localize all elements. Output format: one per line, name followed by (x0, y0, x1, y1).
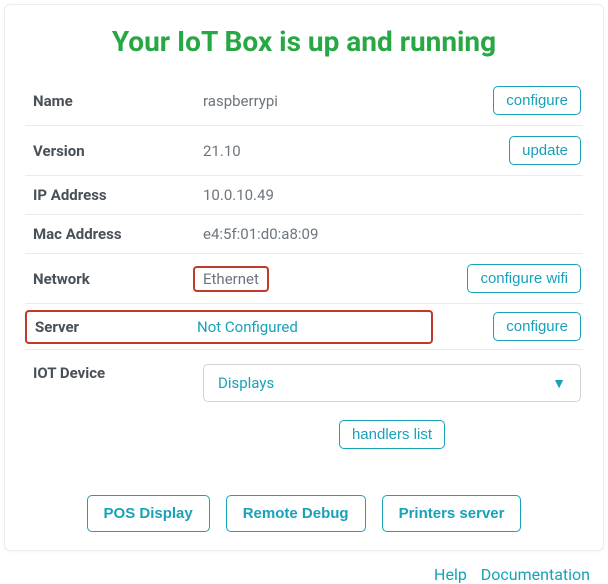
update-button[interactable]: update (509, 136, 581, 165)
configure-name-button[interactable]: configure (493, 86, 581, 115)
label-version: Version (25, 126, 195, 176)
row-ip: IP Address 10.0.10.49 (25, 176, 583, 215)
documentation-link[interactable]: Documentation (481, 565, 590, 584)
iot-device-dropdown[interactable]: Displays ▼ (203, 364, 581, 402)
label-server: Server (35, 318, 197, 336)
configure-wifi-button[interactable]: configure wifi (467, 264, 581, 293)
row-name: Name raspberrypi configure (25, 76, 583, 126)
label-mac: Mac Address (25, 215, 195, 254)
label-network: Network (25, 254, 195, 304)
chevron-down-icon: ▼ (552, 375, 566, 392)
value-mac: e4:5f:01:d0:a8:09 (195, 215, 583, 254)
label-iot: IOT Device (25, 350, 195, 470)
value-ip: 10.0.10.49 (195, 176, 583, 215)
label-name: Name (25, 76, 195, 126)
network-highlight: Ethernet (193, 266, 269, 292)
footer-links: Help Documentation (0, 551, 608, 584)
pos-display-button[interactable]: POS Display (87, 495, 210, 532)
dropdown-selected: Displays (218, 374, 274, 392)
printers-server-button[interactable]: Printers server (382, 495, 522, 532)
value-version: 21.10 (195, 126, 433, 176)
remote-debug-button[interactable]: Remote Debug (226, 495, 366, 532)
page-title: Your IoT Box is up and running (25, 25, 583, 58)
row-iot-device: IOT Device Displays ▼ handlers list (25, 350, 583, 470)
value-name: raspberrypi (195, 76, 433, 126)
server-highlight: Server Not Configured (25, 310, 433, 344)
row-version: Version 21.10 update (25, 126, 583, 176)
row-server: Server Not Configured configure (25, 304, 583, 350)
bottom-button-row: POS Display Remote Debug Printers server (25, 495, 583, 532)
value-network: Ethernet (203, 270, 259, 288)
configure-server-button[interactable]: configure (493, 312, 581, 341)
handlers-list-button[interactable]: handlers list (339, 420, 445, 449)
help-link[interactable]: Help (434, 565, 467, 584)
row-network: Network Ethernet configure wifi (25, 254, 583, 304)
label-ip: IP Address (25, 176, 195, 215)
value-server[interactable]: Not Configured (197, 318, 298, 336)
info-table: Name raspberrypi configure Version 21.10… (25, 76, 583, 469)
value-network-cell: Ethernet (195, 254, 433, 304)
iot-box-card: Your IoT Box is up and running Name rasp… (4, 4, 604, 551)
row-mac: Mac Address e4:5f:01:d0:a8:09 (25, 215, 583, 254)
